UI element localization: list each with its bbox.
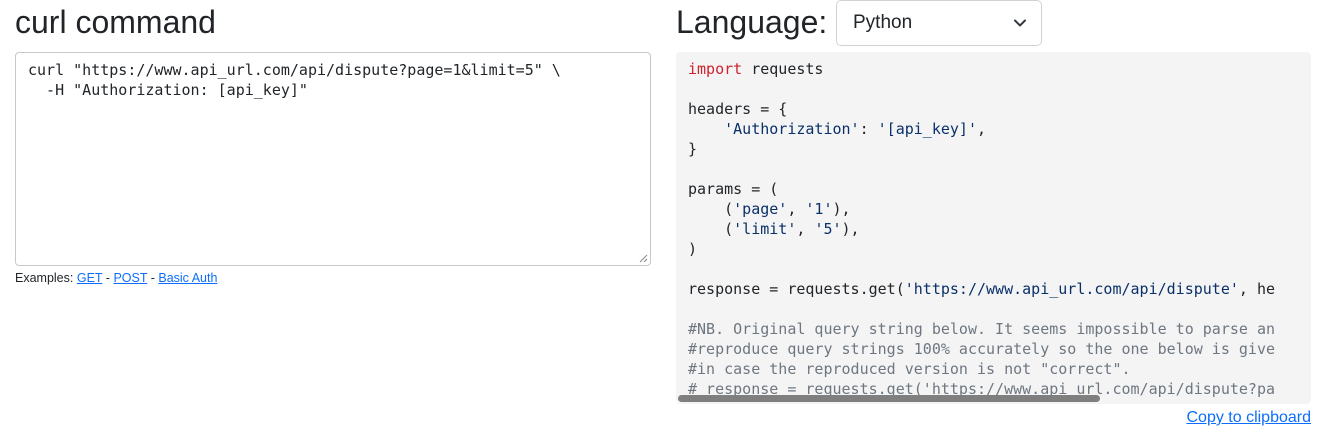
example-get-link[interactable]: GET (77, 271, 102, 285)
code-string: 'https://www.api_url.com/api/dispute' (904, 280, 1239, 298)
code-string: 'Authorization' (724, 120, 860, 138)
code-output[interactable]: import requests headers = { 'Authorizati… (676, 52, 1311, 404)
code-text: ) (688, 240, 698, 258)
code-string: '[api_key]' (877, 120, 977, 138)
examples-row: Examples: GET - POST - Basic Auth (15, 271, 217, 285)
curl-textarea[interactable]: curl "https://www.api_url.com/api/disput… (15, 52, 651, 266)
code-text: , he (1238, 280, 1276, 298)
copy-to-clipboard-link[interactable]: Copy to clipboard (1186, 409, 1311, 427)
code-string: '5' (814, 220, 842, 238)
code-text: , (787, 200, 806, 218)
code-string: 'limit' (733, 220, 797, 238)
code-block: import requests headers = { 'Authorizati… (688, 59, 1275, 399)
code-comment: #reproduce query strings 100% accurately… (688, 340, 1275, 358)
language-label: Language: (676, 4, 828, 40)
code-comment: #in case the reproduced version is not "… (688, 360, 1131, 378)
example-basic-auth-link[interactable]: Basic Auth (158, 271, 217, 285)
curl-line-1: curl "https://www.api_url.com/api/disput… (28, 61, 561, 79)
code-text: } (688, 140, 698, 158)
code-text: response = requests.get( (688, 280, 905, 298)
examples-separator: - (147, 271, 159, 285)
curl-panel: curl command curl "https://www.api_url.c… (15, 0, 651, 285)
code-text: : (859, 120, 878, 138)
code-text: , (977, 120, 987, 138)
code-text: ), (832, 200, 851, 218)
code-text: headers = { (688, 100, 788, 118)
horizontal-scrollbar[interactable] (678, 395, 1100, 402)
code-string: '1' (805, 200, 833, 218)
language-row: Language: (676, 0, 827, 46)
example-post-link[interactable]: POST (113, 271, 147, 285)
code-string: 'page' (733, 200, 788, 218)
chevron-down-icon (1014, 19, 1026, 27)
examples-separator: - (102, 271, 114, 285)
code-keyword: import (688, 60, 743, 78)
code-text: params = ( (688, 180, 779, 198)
code-text: ( (688, 220, 734, 238)
curl-line-2: -H "Authorization: [api_key]" (28, 81, 308, 99)
resize-handle-icon[interactable] (638, 253, 648, 263)
code-text: ), (841, 220, 860, 238)
curl-title: curl command (15, 4, 216, 40)
language-select[interactable]: Python (836, 0, 1042, 46)
language-select-value: Python (853, 12, 913, 33)
code-text: ( (688, 200, 734, 218)
code-text: requests (742, 60, 824, 78)
code-text: , (796, 220, 815, 238)
code-comment: #NB. Original query string below. It see… (688, 320, 1275, 338)
examples-label: Examples: (15, 271, 77, 285)
